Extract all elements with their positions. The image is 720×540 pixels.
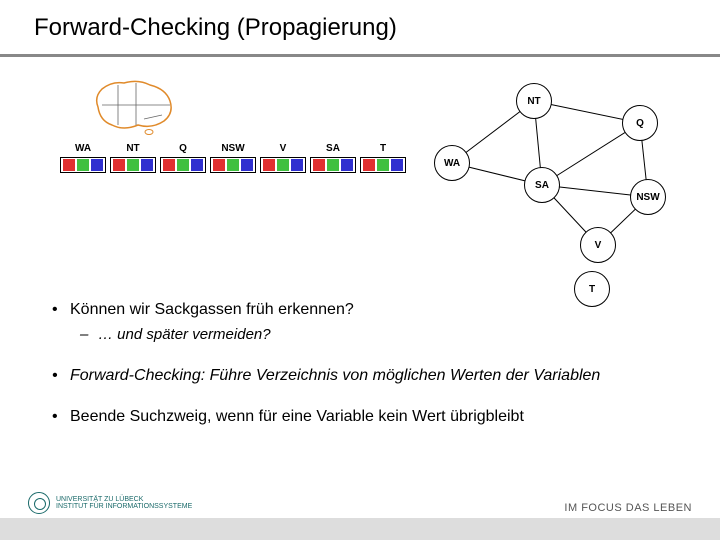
domain-cell-g (177, 159, 189, 171)
domain-label: WA (75, 143, 91, 154)
domain-col-sa: SA (310, 143, 356, 173)
graph-node-t: T (574, 271, 610, 307)
bullet-list: Können wir Sackgassen früh erkennen? … u… (0, 275, 720, 428)
domain-cell-r (213, 159, 225, 171)
domain-label: NSW (221, 143, 244, 154)
bullet-2-rest: Führe Verzeichnis von möglichen Werten d… (205, 367, 600, 384)
domain-cell-b (391, 159, 403, 171)
domain-cell-r (63, 159, 75, 171)
domain-cell-b (141, 159, 153, 171)
domain-col-v: V (260, 143, 306, 173)
domain-cells (210, 157, 256, 173)
domain-col-nsw: NSW (210, 143, 256, 173)
graph-node-wa: WA (434, 145, 470, 181)
domain-cells (60, 157, 106, 173)
domain-cell-g (277, 159, 289, 171)
domain-cell-g (327, 159, 339, 171)
bullet-1-text: Können wir Sackgassen früh erkennen? (70, 301, 354, 318)
domain-col-nt: NT (110, 143, 156, 173)
domain-cells (160, 157, 206, 173)
domain-cells (360, 157, 406, 173)
domain-cell-b (191, 159, 203, 171)
domain-col-q: Q (160, 143, 206, 173)
domain-cell-r (163, 159, 175, 171)
domain-col-t: T (360, 143, 406, 173)
australia-map-icon (88, 75, 178, 135)
graph-node-sa: SA (524, 167, 560, 203)
domain-cell-r (363, 159, 375, 171)
footer-bar (0, 518, 720, 540)
footer-uni-line1: UNIVERSITÄT ZU LÜBECK (56, 496, 192, 503)
bullet-2: Forward-Checking: Führe Verzeichnis von … (52, 365, 684, 387)
domain-cell-b (341, 159, 353, 171)
domain-cells (260, 157, 306, 173)
domain-label: T (380, 143, 386, 154)
domain-col-wa: WA (60, 143, 106, 173)
domain-cell-b (91, 159, 103, 171)
domain-cell-g (227, 159, 239, 171)
domain-cell-b (241, 159, 253, 171)
domain-cells (110, 157, 156, 173)
graph-node-nt: NT (516, 83, 552, 119)
bullet-1a: … und später vermeiden? (80, 325, 684, 345)
slide-title: Forward-Checking (Propagierung) (34, 14, 720, 42)
footer-tagline: IM FOCUS DAS LEBEN (564, 502, 692, 514)
university-seal-icon (28, 492, 50, 514)
bullet-3-text: Beende Suchzweig, wenn für eine Variable… (70, 408, 524, 425)
bullet-2-prefix: Forward-Checking: (70, 367, 205, 384)
domain-cell-r (313, 159, 325, 171)
graph-node-q: Q (622, 105, 658, 141)
domain-cell-g (377, 159, 389, 171)
domain-cells (310, 157, 356, 173)
domain-table: WA NT Q NSW V SA T (60, 143, 420, 173)
graph-node-nsw: NSW (630, 179, 666, 215)
graph-node-v: V (580, 227, 616, 263)
domain-label: SA (326, 143, 340, 154)
domain-label: Q (179, 143, 187, 154)
domain-figure: WA NT Q NSW V SA T (60, 75, 420, 173)
domain-cell-b (291, 159, 303, 171)
slide-title-area: Forward-Checking (Propagierung) (0, 0, 720, 48)
bullet-1a-text: … und später vermeiden? (98, 326, 271, 343)
constraint-graph: WANTSAQNSWVT (424, 75, 684, 275)
domain-label: NT (126, 143, 139, 154)
figure-row: WA NT Q NSW V SA T WA NT SA Q NSW V T (0, 57, 720, 275)
domain-cell-g (127, 159, 139, 171)
domain-cell-r (113, 159, 125, 171)
bullet-3: Beende Suchzweig, wenn für eine Variable… (52, 406, 684, 428)
domain-cell-r (263, 159, 275, 171)
footer-logo: UNIVERSITÄT ZU LÜBECK INSTITUT FÜR INFOR… (28, 492, 192, 514)
domain-cell-g (77, 159, 89, 171)
domain-label: V (280, 143, 287, 154)
footer-uni-line2: INSTITUT FÜR INFORMATIONSSYSTEME (56, 503, 192, 510)
